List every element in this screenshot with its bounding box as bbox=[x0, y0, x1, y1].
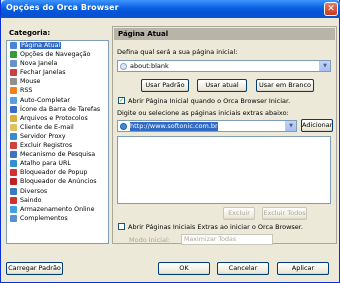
sidebar-item[interactable]: Atalho para URL bbox=[7, 159, 108, 168]
sidebar-item[interactable]: Servidor Proxy bbox=[7, 132, 108, 141]
sidebar-item-label: Mouse bbox=[20, 78, 41, 86]
sidebar-item[interactable]: Mouse bbox=[7, 77, 108, 86]
chevron-down-icon[interactable]: ▼ bbox=[285, 121, 296, 131]
sidebar-item[interactable]: Cliente de E-mail bbox=[7, 123, 108, 132]
page-icon bbox=[120, 63, 127, 70]
extra-pages-label: Digite ou selecione as páginas iniciais … bbox=[117, 109, 289, 117]
mouse-icon bbox=[10, 78, 17, 86]
title-bar[interactable]: Opções do Orca Browser ✕ bbox=[1, 0, 340, 18]
close-button[interactable]: ✕ bbox=[324, 2, 338, 16]
close-windows-icon bbox=[10, 69, 17, 77]
options-window: Opções do Orca Browser ✕ Categoria: Pági… bbox=[0, 0, 340, 283]
sidebar-item[interactable]: Arquivos e Protocolos bbox=[7, 114, 108, 123]
sidebar-item-label: Cliente de E-mail bbox=[20, 123, 74, 131]
close-icon: ✕ bbox=[327, 4, 335, 14]
sidebar-item[interactable]: Fechar Janelas bbox=[7, 68, 108, 77]
sidebar-item[interactable]: Mecanismo de Pesquisa bbox=[7, 150, 108, 159]
autocomplete-icon bbox=[10, 96, 17, 104]
addons-icon bbox=[10, 214, 17, 222]
window-title: Opções do Orca Browser bbox=[6, 3, 119, 12]
ok-button[interactable]: OK bbox=[158, 262, 210, 275]
sidebar-item-label: Armazenamento Online bbox=[20, 205, 95, 213]
sidebar-item[interactable]: Bloqueador de Popup bbox=[7, 168, 108, 177]
apply-button[interactable]: Aplicar bbox=[277, 262, 329, 275]
add-button[interactable]: Adicionar bbox=[301, 119, 333, 132]
extra-page-value: http://www.softonic.com.br bbox=[130, 122, 218, 131]
use-current-button[interactable]: Usar atual bbox=[197, 79, 247, 92]
sidebar-item-label: RSS bbox=[20, 87, 33, 95]
sidebar-item-label: Saindo bbox=[20, 196, 42, 204]
sidebar-item[interactable]: Auto-Completar bbox=[7, 96, 108, 105]
sidebar-item-label: Página Atual bbox=[20, 42, 62, 49]
sidebar-item[interactable]: Armazenamento Online bbox=[7, 205, 108, 214]
use-blank-button[interactable]: Usar em Branco bbox=[256, 79, 314, 92]
delete-records-icon bbox=[10, 142, 17, 150]
sidebar-item-label: Opções de Navegação bbox=[20, 51, 91, 59]
sidebar-item-label: Fechar Janelas bbox=[20, 69, 66, 77]
sidebar-item-label: Servidor Proxy bbox=[20, 132, 66, 140]
sidebar-item-label: Bloqueador de Anúncios bbox=[20, 178, 97, 186]
delete-all-button[interactable]: Excluir Todos bbox=[262, 207, 307, 220]
new-window-icon bbox=[10, 60, 17, 68]
extra-pages-list[interactable] bbox=[117, 136, 331, 204]
sidebar-item[interactable]: Complementos bbox=[7, 214, 108, 223]
online-storage-icon bbox=[10, 205, 17, 213]
sidebar-item-label: Auto-Completar bbox=[20, 96, 70, 104]
current-page-panel: Página Atual Defina qual será a sua pági… bbox=[112, 26, 337, 245]
sidebar-item[interactable]: Bloqueador de Anúncios bbox=[7, 177, 108, 186]
sidebar-item[interactable]: Excluir Registros bbox=[7, 141, 108, 150]
category-label: Categoria: bbox=[9, 29, 51, 37]
sidebar-item[interactable]: Diversos bbox=[7, 187, 108, 196]
url-shortcut-icon bbox=[10, 160, 17, 168]
sidebar-item-label: Ícone da Barra de Tarefas bbox=[20, 105, 101, 113]
sidebar-item[interactable]: Nova Janela bbox=[7, 59, 108, 68]
popup-blocker-icon bbox=[10, 169, 17, 177]
sidebar-item-label: Complementos bbox=[20, 214, 68, 222]
extra-page-combo[interactable]: http://www.softonic.com.br ▼ bbox=[117, 120, 297, 132]
sidebar-item-label: Arquivos e Protocolos bbox=[20, 114, 88, 122]
sidebar-item-label: Nova Janela bbox=[20, 60, 58, 68]
open-extra-label: Abrir Páginas Iniciais Extras ao iniciar… bbox=[128, 223, 303, 231]
sidebar-item[interactable]: Página Atual bbox=[7, 41, 108, 50]
cancel-button[interactable]: Cancelar bbox=[217, 262, 269, 275]
globe-icon bbox=[120, 123, 127, 130]
exit-icon bbox=[10, 196, 17, 204]
sidebar-item-label: Bloqueador de Popup bbox=[20, 169, 88, 177]
sidebar-item-label: Atalho para URL bbox=[20, 160, 71, 168]
chevron-down-icon[interactable]: ▼ bbox=[319, 61, 330, 71]
sidebar-item[interactable]: Opções de Navegação bbox=[7, 50, 108, 59]
search-engine-icon bbox=[10, 151, 17, 159]
sidebar-item-label: Mecanismo de Pesquisa bbox=[20, 151, 96, 159]
taskbar-icon bbox=[10, 105, 17, 113]
panel-title: Página Atual bbox=[114, 28, 335, 40]
files-icon bbox=[10, 114, 17, 122]
homepage-label: Defina qual será a sua página inicial: bbox=[117, 48, 238, 56]
sidebar-item-label: Diversos bbox=[20, 187, 48, 195]
open-on-start-checkbox[interactable]: ✓ bbox=[118, 97, 125, 104]
check-icon: ✓ bbox=[119, 97, 125, 104]
sidebar-item[interactable]: Ícone da Barra de Tarefas bbox=[7, 105, 108, 114]
sidebar-item[interactable]: RSS bbox=[7, 86, 108, 95]
category-tree[interactable]: Página Atual Opções de Navegação Nova Jane… bbox=[6, 40, 109, 244]
use-default-button[interactable]: Usar Padrão bbox=[141, 79, 189, 92]
sidebar-item[interactable]: Saindo bbox=[7, 196, 108, 205]
proxy-icon bbox=[10, 132, 17, 140]
start-mode-field[interactable]: Maximizar Todas bbox=[181, 234, 273, 245]
ad-blocker-icon bbox=[10, 178, 17, 186]
load-default-button[interactable]: Carregar Padrão bbox=[6, 262, 63, 275]
rss-icon bbox=[10, 87, 17, 95]
page-icon bbox=[10, 42, 17, 49]
misc-icon bbox=[10, 187, 17, 195]
open-on-start-label: Abrir Página Inicial quando o Orca Brows… bbox=[128, 97, 291, 105]
open-extra-checkbox[interactable] bbox=[118, 223, 125, 230]
email-icon bbox=[10, 123, 17, 131]
homepage-value: about:blank bbox=[130, 62, 169, 70]
homepage-combo[interactable]: about:blank ▼ bbox=[117, 60, 331, 72]
sidebar-item-label: Excluir Registros bbox=[20, 142, 73, 150]
delete-button[interactable]: Excluir bbox=[223, 207, 255, 220]
start-mode-label: Modo Inicial: bbox=[129, 236, 170, 244]
navigation-icon bbox=[10, 51, 17, 59]
